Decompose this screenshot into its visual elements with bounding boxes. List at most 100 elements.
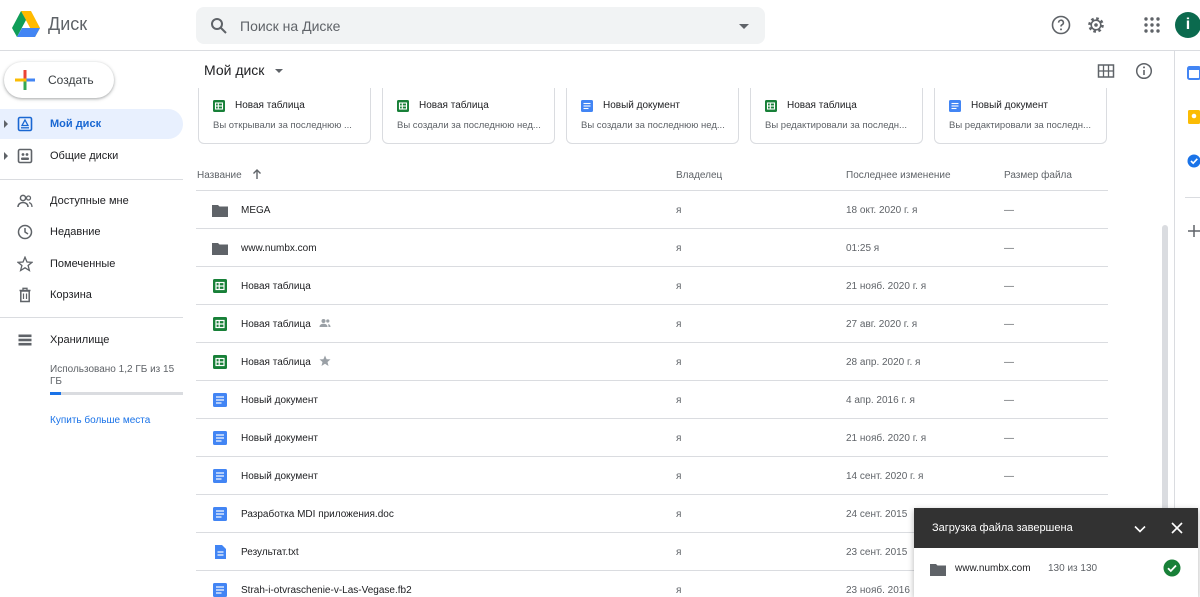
upload-item[interactable]: www.numbx.com 130 из 130 — [914, 548, 1198, 597]
quick-access-card[interactable]: Новая таблица Вы редактировали за послед… — [750, 88, 923, 144]
column-header-name[interactable]: Название — [197, 170, 242, 181]
quick-access-title: Новая таблица — [787, 100, 857, 111]
upload-item-count: 130 из 130 — [1048, 563, 1098, 574]
docs-icon — [213, 431, 227, 445]
upload-item-name: www.numbx.com — [955, 563, 1031, 574]
page-title-chevron-down-icon[interactable] — [275, 69, 283, 73]
add-addon-plus-icon[interactable] — [1187, 224, 1200, 238]
quick-access-card[interactable]: Новая таблица Вы создали за последнюю не… — [382, 88, 555, 144]
file-modified: 23 сент. 2015 — [846, 547, 908, 558]
collapse-chevron-down-icon[interactable] — [1133, 522, 1147, 536]
keep-icon[interactable] — [1187, 110, 1200, 124]
top-bar: Диск i — [0, 0, 1200, 51]
file-size: — — [1004, 357, 1014, 368]
file-name: Новая таблица — [241, 281, 311, 292]
file-owner: я — [676, 281, 682, 292]
file-owner: я — [676, 547, 682, 558]
app-name[interactable]: Диск — [48, 14, 87, 35]
quick-access-title: Новая таблица — [235, 100, 305, 111]
column-header-size[interactable]: Размер файла — [1004, 170, 1072, 181]
file-owner: я — [676, 509, 682, 520]
quick-access-card[interactable]: Новый документ Вы редактировали за после… — [934, 88, 1107, 144]
drive-logo-icon[interactable] — [12, 11, 40, 37]
folder-icon — [212, 205, 228, 217]
sidebar-item-label: Недавние — [50, 226, 101, 238]
file-owner: я — [676, 585, 682, 596]
quick-access-subtitle: Вы открывали за последнюю ... — [213, 120, 352, 131]
table-row[interactable]: MEGA я 18 окт. 2020 г. я — — [196, 191, 1108, 229]
starred-icon — [319, 355, 331, 366]
sidebar-item-shared-with-me[interactable]: Доступные мне — [0, 186, 183, 216]
sidebar-divider — [0, 179, 183, 180]
sheets-icon — [213, 355, 227, 369]
table-row[interactable]: www.numbx.com я 01:25 я — — [196, 229, 1108, 267]
file-size: — — [1004, 281, 1014, 292]
grid-view-icon[interactable] — [1097, 62, 1115, 80]
table-row[interactable]: Новая таблица я 21 нояб. 2020 г. я — — [196, 267, 1108, 305]
expand-arrow-icon[interactable] — [4, 152, 8, 160]
table-row[interactable]: Новый документ я 4 апр. 2016 г. я — — [196, 381, 1108, 419]
sort-arrow-up-icon[interactable] — [251, 168, 263, 180]
folder-icon — [212, 243, 228, 255]
create-button[interactable]: Создать — [4, 62, 114, 98]
account-avatar[interactable]: i — [1175, 12, 1200, 38]
table-row[interactable]: Новая таблица я 27 авг. 2020 г. я — — [196, 305, 1108, 343]
quick-access-card[interactable]: Новая таблица Вы открывали за последнюю … — [198, 88, 371, 144]
shared-with-me-icon — [17, 194, 33, 208]
star-icon — [17, 256, 33, 272]
sheets-icon — [213, 317, 227, 331]
sidebar-item-recent[interactable]: Недавние — [0, 217, 183, 247]
calendar-icon[interactable] — [1187, 66, 1200, 80]
create-button-label: Создать — [48, 73, 94, 87]
expand-arrow-icon[interactable] — [4, 120, 8, 128]
quick-access-subtitle: Вы создали за последнюю нед... — [397, 120, 541, 131]
upload-status-header: Загрузка файла завершена — [914, 508, 1198, 548]
sidebar-item-label: Помеченные — [50, 258, 116, 270]
quick-access-title: Новый документ — [971, 100, 1048, 111]
sidebar-item-shared-drives[interactable]: Общие диски — [0, 141, 183, 171]
storage-usage-text: Использовано 1,2 ГБ из 15 ГБ — [50, 364, 175, 387]
buy-storage-link[interactable]: Купить больше места — [50, 415, 150, 426]
file-modified: 27 авг. 2020 г. я — [846, 319, 918, 330]
apps-grid-icon[interactable] — [1141, 14, 1163, 36]
search-bar[interactable] — [196, 7, 765, 44]
file-name: Новая таблица — [241, 357, 311, 368]
column-header-modified[interactable]: Последнее изменение — [846, 170, 951, 181]
file-modified: 23 нояб. 2016 — [846, 585, 910, 596]
sheets-icon — [397, 100, 409, 112]
search-options-chevron-icon[interactable] — [739, 24, 749, 29]
sidebar-item-trash[interactable]: Корзина — [0, 280, 183, 310]
file-modified: 18 окт. 2020 г. я — [846, 205, 918, 216]
table-row[interactable]: Новая таблица я 28 апр. 2020 г. я — — [196, 343, 1108, 381]
info-icon[interactable] — [1135, 62, 1153, 80]
column-header-owner[interactable]: Владелец — [676, 170, 722, 181]
file-name: Новый документ — [241, 433, 318, 444]
sidebar-item-label: Общие диски — [50, 150, 119, 162]
sidebar-item-my-drive[interactable]: Мой диск — [0, 109, 183, 139]
check-circle-icon — [1163, 559, 1181, 577]
file-owner: я — [676, 471, 682, 482]
sidebar-item-storage[interactable]: Хранилище — [0, 325, 183, 355]
sidebar-item-starred[interactable]: Помеченные — [0, 249, 183, 279]
file-size: — — [1004, 433, 1014, 444]
table-row[interactable]: Новый документ я 21 нояб. 2020 г. я — — [196, 419, 1108, 457]
quick-access-card[interactable]: Новый документ Вы создали за последнюю н… — [566, 88, 739, 144]
help-icon[interactable] — [1050, 14, 1072, 36]
sidebar-item-label: Мой диск — [50, 118, 102, 130]
clock-icon — [17, 224, 33, 240]
file-size: — — [1004, 319, 1014, 330]
upload-status-panel: Загрузка файла завершена www.numbx.com 1… — [914, 508, 1198, 597]
file-name: Новая таблица — [241, 319, 311, 330]
page-title[interactable]: Мой диск — [204, 62, 264, 78]
file-owner: я — [676, 205, 682, 216]
tasks-icon[interactable] — [1187, 154, 1200, 168]
quick-access-subtitle: Вы редактировали за последн... — [765, 120, 907, 131]
search-icon[interactable] — [210, 17, 228, 35]
gear-icon[interactable] — [1085, 14, 1107, 36]
quick-access-title: Новый документ — [603, 100, 680, 111]
search-input[interactable] — [240, 13, 700, 38]
sidebar-item-label: Доступные мне — [50, 195, 129, 207]
quick-access-subtitle: Вы редактировали за последн... — [949, 120, 1091, 131]
close-icon[interactable] — [1170, 521, 1184, 535]
table-row[interactable]: Новый документ я 14 сент. 2020 г. я — — [196, 457, 1108, 495]
